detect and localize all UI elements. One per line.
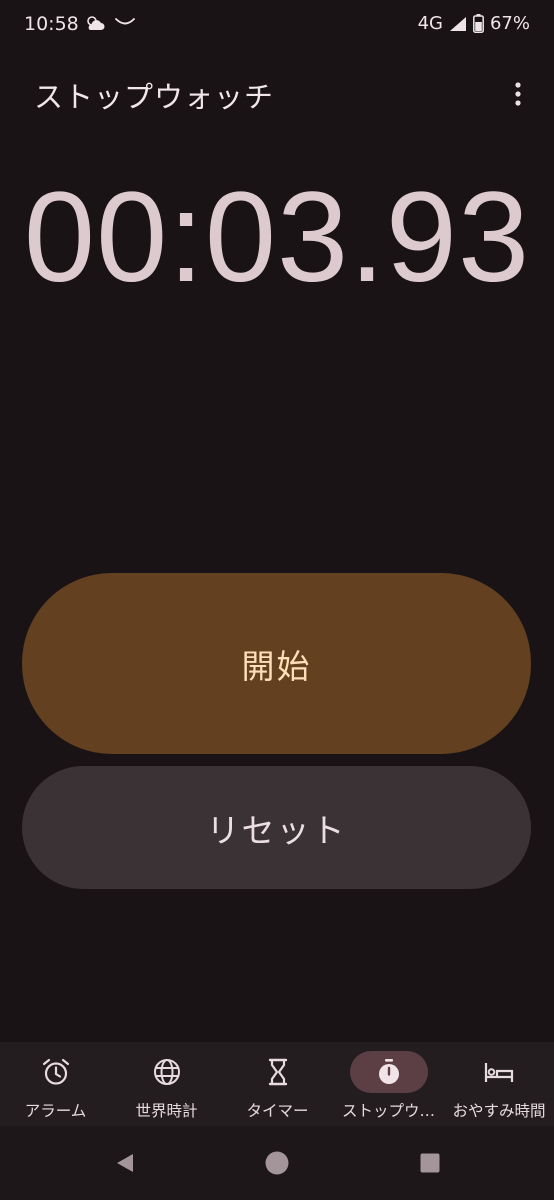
- start-button[interactable]: 開始: [22, 573, 531, 754]
- nav-item-timer[interactable]: タイマー: [222, 1042, 333, 1126]
- start-button-label: 開始: [241, 646, 312, 686]
- nav-item-stopwatch[interactable]: ストップウ…: [333, 1042, 444, 1126]
- more-vert-icon: [515, 82, 521, 106]
- bed-icon: [484, 1063, 514, 1082]
- nav-item-bedtime[interactable]: おやすみ時間: [444, 1042, 554, 1126]
- stopwatch-screen: 10:58 4G 67% ストップウォッチ 00:03.93 開始 リセット ア…: [0, 0, 554, 1200]
- nav-label-timer: タイマー: [246, 1102, 309, 1120]
- alarm-icon: [42, 1058, 69, 1085]
- nav-item-world-clock[interactable]: 世界時計: [111, 1042, 222, 1126]
- nav-icon-container: [17, 1051, 95, 1093]
- nav-icon-container: [128, 1051, 206, 1093]
- network-type: 4G: [417, 13, 443, 34]
- bottom-navigation: アラーム 世界時計 タイマー ストップウ… おやすみ時間: [0, 1042, 554, 1126]
- battery-icon: [473, 14, 484, 33]
- nav-label-world-clock: 世界時計: [135, 1102, 198, 1120]
- status-indicators: 4G 67%: [418, 13, 530, 34]
- elapsed-time-display: 00:03.93: [23, 166, 531, 309]
- globe-icon: [153, 1059, 180, 1085]
- partly-cloudy-icon: [87, 16, 105, 30]
- reset-button-label: リセット: [206, 810, 347, 850]
- back-triangle-icon: [117, 1154, 133, 1172]
- status-time: 10:58: [24, 13, 79, 35]
- stopwatch-icon: [378, 1059, 399, 1084]
- back-button[interactable]: [110, 1148, 140, 1178]
- battery-percent: 67%: [489, 13, 530, 34]
- nav-label-alarm: アラーム: [24, 1102, 87, 1120]
- home-button[interactable]: [262, 1148, 292, 1178]
- overflow-menu-button[interactable]: [498, 74, 538, 114]
- nav-label-bedtime: おやすみ時間: [452, 1102, 546, 1120]
- nav-item-alarm[interactable]: アラーム: [0, 1042, 111, 1126]
- recents-square-icon: [420, 1153, 440, 1173]
- nav-icon-container: [460, 1051, 538, 1093]
- reset-button[interactable]: リセット: [22, 766, 531, 889]
- nav-active-indicator: [349, 1051, 428, 1093]
- nav-icon-container: [239, 1051, 317, 1093]
- recents-button[interactable]: [415, 1148, 445, 1178]
- smile-arc-icon: [115, 18, 135, 25]
- hourglass-icon: [268, 1058, 287, 1086]
- system-navigation-bar: [0, 1126, 554, 1200]
- nav-label-stopwatch: ストップウ…: [341, 1102, 435, 1120]
- home-circle-icon: [265, 1151, 289, 1175]
- page-title: ストップウォッチ: [34, 80, 275, 114]
- status-bar: 10:58 4G 67%: [0, 0, 554, 48]
- signal-icon: [449, 16, 466, 31]
